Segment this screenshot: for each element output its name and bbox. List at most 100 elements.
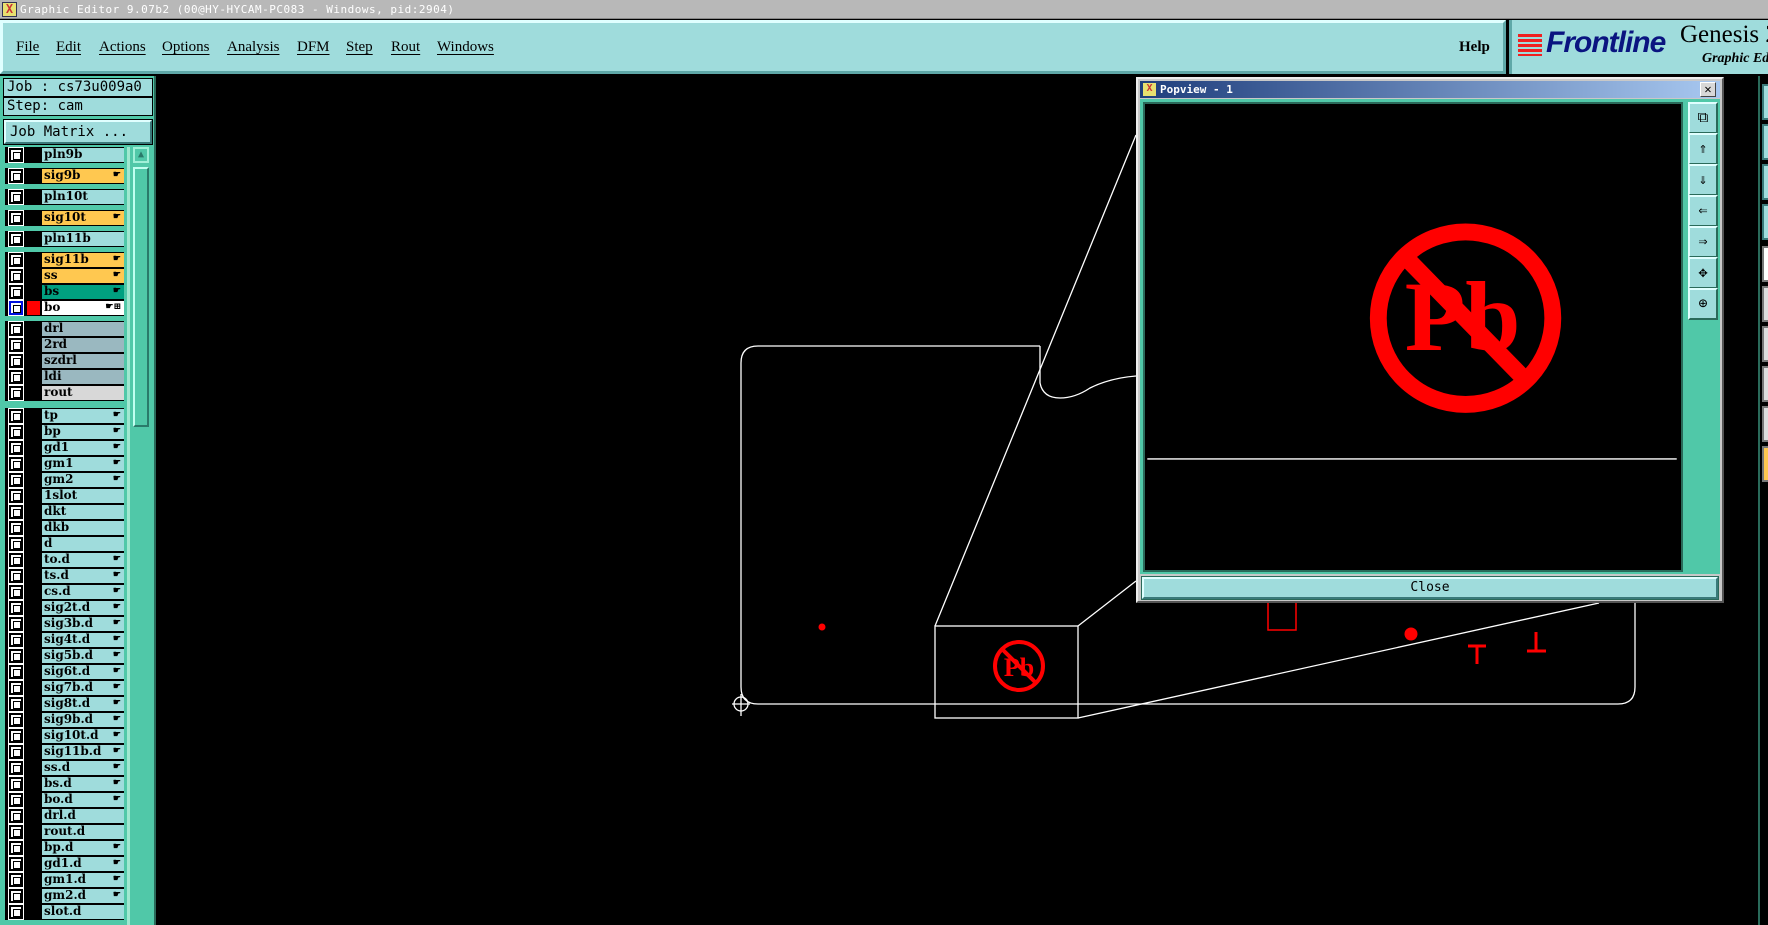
layer-name[interactable]: gm1.d ☛: [42, 873, 124, 887]
layer-checkbox[interactable]: [8, 552, 24, 568]
layer-row-rout[interactable]: rout: [5, 385, 124, 401]
layer-checkbox[interactable]: [8, 189, 24, 205]
layer-row-dkb[interactable]: dkb: [5, 520, 124, 536]
layer-name[interactable]: sig10t.d ☛: [42, 729, 124, 743]
layer-name[interactable]: pln9b: [42, 148, 124, 162]
layer-row-sig8t.d[interactable]: sig8t.d ☛: [5, 696, 124, 712]
zoom-window-icon[interactable]: ⧉: [1688, 102, 1718, 134]
layer-checkbox[interactable]: [8, 385, 24, 401]
menu-help[interactable]: Help: [1459, 39, 1490, 56]
layer-checkbox[interactable]: [8, 369, 24, 385]
layer-name[interactable]: to.d ☛: [42, 553, 124, 567]
layer-row-sig7b.d[interactable]: sig7b.d ☛: [5, 680, 124, 696]
layer-checkbox[interactable]: [8, 520, 24, 536]
popview-close-button[interactable]: Close: [1141, 576, 1719, 600]
layer-name[interactable]: dkb: [42, 521, 124, 535]
layer-checkbox[interactable]: [8, 648, 24, 664]
layer-checkbox[interactable]: [8, 408, 24, 424]
toolbar-button[interactable]: [1762, 124, 1768, 160]
layer-checkbox[interactable]: [8, 321, 24, 337]
layer-name[interactable]: 2rd: [42, 338, 124, 352]
layer-checkbox[interactable]: [8, 568, 24, 584]
zoom-out-icon[interactable]: ✥: [1688, 257, 1718, 289]
layer-checkbox[interactable]: [8, 696, 24, 712]
layer-row-rout.d[interactable]: rout.d: [5, 824, 124, 840]
layer-name[interactable]: gm2 ☛: [42, 473, 124, 487]
layer-checkbox[interactable]: [8, 337, 24, 353]
toolbar-button[interactable]: [1762, 326, 1768, 362]
layer-checkbox[interactable]: [8, 632, 24, 648]
toolbar-button[interactable]: [1762, 164, 1768, 200]
layer-row-sig9b[interactable]: sig9b ☛: [5, 168, 124, 184]
layer-row-ss[interactable]: ss ☛: [5, 268, 124, 284]
layer-row-bp.d[interactable]: bp.d ☛: [5, 840, 124, 856]
layer-checkbox[interactable]: [8, 600, 24, 616]
layer-name[interactable]: dkt: [42, 505, 124, 519]
layer-name[interactable]: gm1 ☛: [42, 457, 124, 471]
toolbar-button[interactable]: [1762, 246, 1768, 282]
layer-checkbox[interactable]: [8, 856, 24, 872]
layer-name[interactable]: ldi: [42, 370, 124, 384]
layer-checkbox[interactable]: [8, 616, 24, 632]
layer-row-pln10t[interactable]: pln10t: [5, 189, 124, 205]
layer-checkbox[interactable]: [8, 584, 24, 600]
layer-name[interactable]: sig7b.d ☛: [42, 681, 124, 695]
layer-name[interactable]: sig8t.d ☛: [42, 697, 124, 711]
layer-name[interactable]: szdrl: [42, 354, 124, 368]
layer-name[interactable]: drl: [42, 322, 124, 336]
layer-name[interactable]: d: [42, 537, 124, 551]
layer-name[interactable]: sig4t.d ☛: [42, 633, 124, 647]
menu-actions[interactable]: Actions: [99, 39, 146, 56]
layer-list-scrollbar[interactable]: ▲: [127, 147, 153, 925]
layer-row-sig10t.d[interactable]: sig10t.d ☛: [5, 728, 124, 744]
layer-checkbox[interactable]: [8, 728, 24, 744]
layer-row-bp[interactable]: bp ☛: [5, 424, 124, 440]
layer-name[interactable]: sig6t.d ☛: [42, 665, 124, 679]
layer-checkbox[interactable]: [8, 210, 24, 226]
menu-analysis[interactable]: Analysis: [227, 39, 280, 56]
layer-checkbox[interactable]: [8, 300, 24, 316]
layer-row-gd1[interactable]: gd1 ☛: [5, 440, 124, 456]
layer-row-gm2[interactable]: gm2 ☛: [5, 472, 124, 488]
layer-checkbox[interactable]: [8, 776, 24, 792]
layer-row-ss.d[interactable]: ss.d ☛: [5, 760, 124, 776]
layer-row-gm1.d[interactable]: gm1.d ☛: [5, 872, 124, 888]
layer-row-gm2.d[interactable]: gm2.d ☛: [5, 888, 124, 904]
layer-checkbox[interactable]: [8, 456, 24, 472]
scroll-up-arrow-icon[interactable]: ▲: [133, 147, 149, 163]
layer-row-sig5b.d[interactable]: sig5b.d ☛: [5, 648, 124, 664]
pan-down-icon[interactable]: ⇓: [1688, 164, 1718, 196]
layer-name[interactable]: sig3b.d ☛: [42, 617, 124, 631]
layer-checkbox[interactable]: [8, 424, 24, 440]
layer-row-ldi[interactable]: ldi: [5, 369, 124, 385]
layer-name[interactable]: tp ☛: [42, 409, 124, 423]
toolbar-button[interactable]: [1762, 366, 1768, 402]
layer-row-sig2t.d[interactable]: sig2t.d ☛: [5, 600, 124, 616]
layer-row-gm1[interactable]: gm1 ☛: [5, 456, 124, 472]
layer-checkbox[interactable]: [8, 284, 24, 300]
layer-row-slot.d[interactable]: slot.d: [5, 904, 124, 920]
layer-name[interactable]: gd1.d ☛: [42, 857, 124, 871]
menu-edit[interactable]: Edit: [56, 39, 81, 56]
popview-canvas[interactable]: Pb: [1143, 102, 1683, 572]
layer-name[interactable]: sig11b ☛: [42, 253, 124, 267]
layer-checkbox[interactable]: [8, 808, 24, 824]
layer-row-szdrl[interactable]: szdrl: [5, 353, 124, 369]
layer-row-to.d[interactable]: to.d ☛: [5, 552, 124, 568]
layer-row-pln9b[interactable]: pln9b: [5, 147, 124, 163]
toolbar-button[interactable]: [1762, 84, 1768, 120]
layer-name[interactable]: sig10t ☛: [42, 211, 124, 225]
layer-row-sig6t.d[interactable]: sig6t.d ☛: [5, 664, 124, 680]
layer-name[interactable]: bp.d ☛: [42, 841, 124, 855]
layer-name[interactable]: bs.d ☛: [42, 777, 124, 791]
layer-row-cs.d[interactable]: cs.d ☛: [5, 584, 124, 600]
layer-row-dkt[interactable]: dkt: [5, 504, 124, 520]
layer-row-gd1.d[interactable]: gd1.d ☛: [5, 856, 124, 872]
layer-name[interactable]: pln11b: [42, 232, 124, 246]
layer-checkbox[interactable]: [8, 744, 24, 760]
pan-up-icon[interactable]: ⇑: [1688, 133, 1718, 165]
layer-name[interactable]: bs ☛: [42, 285, 124, 299]
layer-checkbox[interactable]: [8, 536, 24, 552]
layer-row-sig3b.d[interactable]: sig3b.d ☛: [5, 616, 124, 632]
layer-name[interactable]: bo ☛⊞: [42, 301, 124, 315]
